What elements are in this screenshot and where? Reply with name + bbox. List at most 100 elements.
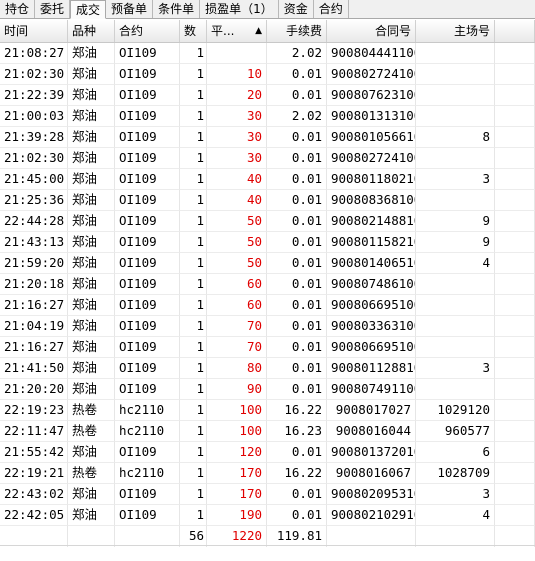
cell-variety: 郑油 (68, 169, 115, 190)
cell-empty (495, 127, 535, 148)
cell-qty: 1 (180, 190, 207, 211)
cell-qty: 1 (180, 295, 207, 316)
table-row[interactable]: 21:59:20郑油OI1091500.01900801406510013307… (0, 253, 535, 274)
col-time[interactable]: 时间 (0, 20, 68, 42)
cell-qty: 1 (180, 169, 207, 190)
cell-pnl: 50 (207, 232, 267, 253)
cell-main-no (416, 106, 495, 127)
cell-empty (495, 463, 535, 484)
table-row[interactable]: 21:08:27郑油OI1091 2.029008044411000359676 (0, 43, 535, 64)
cell-variety: 郑油 (68, 274, 115, 295)
col-pnl[interactable]: 平... ▲ (207, 20, 267, 42)
cell-variety: 郑油 (68, 337, 115, 358)
cell-qty: 1 (180, 148, 207, 169)
cell-empty (495, 316, 535, 337)
cell-qty: 1 (180, 421, 207, 442)
cell-main-no (416, 148, 495, 169)
cell-contract: OI109 (115, 106, 180, 127)
cell-fee: 16.23 (267, 421, 327, 442)
cell-qty: 1 (180, 232, 207, 253)
table-row[interactable]: 21:22:39郑油OI1091200.01900807623100067763… (0, 85, 535, 106)
tab-2[interactable]: 成交 (70, 0, 107, 19)
cell-pnl: 100 (207, 421, 267, 442)
table-row[interactable]: 21:39:28郑油OI1091300.01900801056610010121… (0, 127, 535, 148)
cell-fee: 0.01 (267, 295, 327, 316)
table-row[interactable]: 21:41:50郑油OI1091800.01900801128810010671… (0, 358, 535, 379)
cell-variety: 热卷 (68, 400, 115, 421)
cell-qty: 1 (180, 316, 207, 337)
cell-contract-no: 9008010566100101219 (327, 127, 416, 148)
cell-empty (495, 232, 535, 253)
cell-main-no: 8 (416, 127, 495, 148)
cell-contract-no: 9008074861000630282 (327, 274, 416, 295)
table-row[interactable]: 21:20:20郑油OI1091900.01900807491100063070… (0, 379, 535, 400)
table-row[interactable]: 21:04:19郑油OI1091700.01900803363100023053… (0, 316, 535, 337)
cell-variety: 郑油 (68, 358, 115, 379)
cell-variety: 郑油 (68, 43, 115, 64)
tab-3[interactable]: 预备单 (106, 0, 154, 18)
cell-variety: 郑油 (68, 379, 115, 400)
col-fee[interactable]: 手续费 (267, 20, 327, 42)
table-row[interactable]: 22:43:02郑油OI10911700.0190080209531001991… (0, 484, 535, 505)
tab-1[interactable]: 委托 (35, 0, 71, 18)
cell-main-no: 3 (416, 358, 495, 379)
cell-variety: 郑油 (68, 85, 115, 106)
cell-variety: 郑油 (68, 316, 115, 337)
cell-main-no (416, 64, 495, 85)
table-row[interactable]: 21:02:30郑油OI1091300.01900802724100016845… (0, 148, 535, 169)
tab-5[interactable]: 损盈单（1） (200, 0, 279, 18)
col-contract[interactable]: 合约 (115, 20, 180, 42)
totals-spacer (495, 526, 535, 547)
tab-4[interactable]: 条件单 (153, 0, 201, 18)
table-row[interactable]: 21:43:13郑油OI1091500.01900801158210010958… (0, 232, 535, 253)
tab-6[interactable]: 资金 (279, 0, 314, 18)
cell-fee: 0.01 (267, 484, 327, 505)
cell-contract-no: 9008016067 (327, 463, 416, 484)
cell-contract: OI109 (115, 232, 180, 253)
cell-contract-no: 9008074911000630701 (327, 379, 416, 400)
cell-variety: 热卷 (68, 463, 115, 484)
table-row[interactable]: 21:25:36郑油OI1091400.01900808368100073001… (0, 190, 535, 211)
col-variety[interactable]: 品种 (68, 20, 115, 42)
cell-time: 21:25:36 (0, 190, 68, 211)
cell-main-no: 3 (416, 484, 495, 505)
cell-main-no: 1029120 (416, 400, 495, 421)
cell-contract-no: 9008020953100199103 (327, 484, 416, 505)
cell-contract: OI109 (115, 211, 180, 232)
tab-7[interactable]: 合约 (314, 0, 349, 18)
cell-empty (495, 484, 535, 505)
cell-main-no: 6 (416, 442, 495, 463)
table-row[interactable]: 22:19:23 热卷 hc2110 1 100 16.22 9008017027 10291… (0, 400, 535, 421)
tab-0[interactable]: 持仓 (0, 0, 36, 18)
table-row[interactable]: 21:16:27郑油OI1091700.01900806695100055747… (0, 337, 535, 358)
cell-pnl: 30 (207, 148, 267, 169)
table-row[interactable]: 21:55:42郑油OI10911200.0190080137201001292… (0, 442, 535, 463)
cell-contract: OI109 (115, 379, 180, 400)
cell-qty: 1 (180, 337, 207, 358)
cell-fee: 0.01 (267, 211, 327, 232)
table-row[interactable]: 22:11:47 热卷 hc2110 1 100 16.23 9008016044 96057… (0, 421, 535, 442)
cell-pnl (207, 43, 267, 64)
col-main-no[interactable]: 主场号 (416, 20, 495, 42)
cell-qty: 1 (180, 358, 207, 379)
cell-time: 21:20:20 (0, 379, 68, 400)
table-row[interactable]: 22:42:05郑油OI10911900.0190080210291001977… (0, 505, 535, 526)
cell-pnl: 90 (207, 379, 267, 400)
cell-main-no (416, 316, 495, 337)
cell-empty (495, 85, 535, 106)
cell-empty (495, 190, 535, 211)
table-row[interactable]: 22:44:28郑油OI1091500.01900802148810020085… (0, 211, 535, 232)
table-row[interactable]: 21:00:03郑油OI1091302.02900801313100003130… (0, 106, 535, 127)
trades-grid: 时间 品种 合约 数 平... ▲ 手续费 合同号 主场号 21:08:27 郑油… (0, 20, 535, 547)
table-row[interactable]: 21:45:00郑油OI1091400.01900801180210011201… (0, 169, 535, 190)
col-contract-no[interactable]: 合同号 (327, 20, 416, 42)
table-row[interactable]: 21:02:30郑油OI1091100.01900802724100016830… (0, 64, 535, 85)
cell-variety: 郑油 (68, 484, 115, 505)
table-row[interactable]: 21:16:27郑油OI1091600.01900806695100055747… (0, 295, 535, 316)
cell-fee: 0.01 (267, 148, 327, 169)
cell-contract-no: 9008027241000168308 (327, 64, 416, 85)
table-row[interactable]: 21:20:18郑油OI1091600.01900807486100063028… (0, 274, 535, 295)
cell-main-no: 9 (416, 232, 495, 253)
table-row[interactable]: 22:19:21 热卷 hc2110 1 170 16.22 9008016067 10287… (0, 463, 535, 484)
col-qty[interactable]: 数 (180, 20, 207, 42)
